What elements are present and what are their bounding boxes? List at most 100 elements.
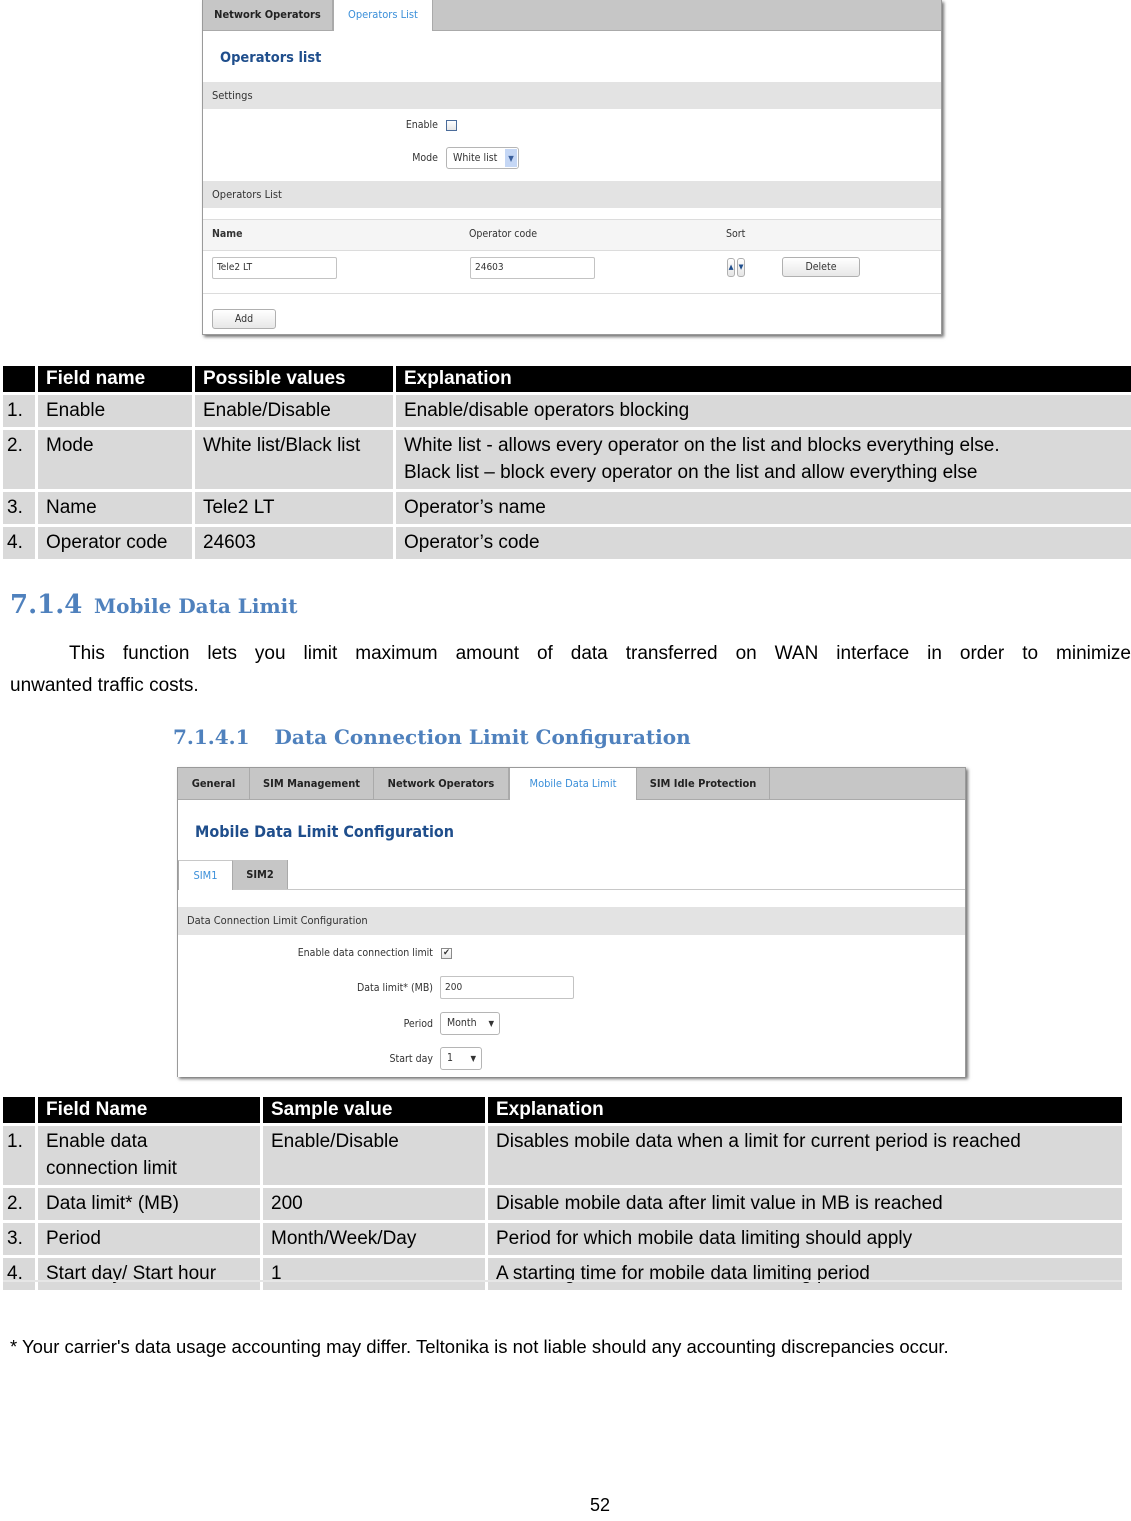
explanation: Operator’s code [396,527,1131,559]
mode-label: Mode [412,152,438,164]
caret-down-icon: ▼ [470,1054,476,1063]
tab-bar: Network Operators Operators List [203,0,941,31]
page-title: Operators list [220,50,322,66]
start-day-label: Start day [389,1053,433,1065]
field-name: Name [38,492,192,524]
mobile-data-limit-screenshot: General SIM Management Network Operators… [177,767,966,1077]
table-bottom-rule [3,1280,1122,1282]
row-number: 3. [3,492,35,524]
delete-button[interactable]: Delete [782,257,860,277]
header-field-name: Field Name [38,1097,260,1123]
table-row: 3. Period Month/Week/Day Period for whic… [3,1223,1122,1255]
sort-up-button[interactable]: ▲ [727,258,735,277]
table-row: 1. Enable Enable/Disable Enable/disable … [3,395,1131,427]
section-heading: 7.1.4 Mobile Data Limit [10,590,297,620]
data-connection-section-header: Data Connection Limit Configuration [178,907,965,935]
table-row: 3. Name Tele2 LT Operator’s name [3,492,1131,524]
sample-value: Month/Week/Day [263,1223,485,1255]
tab-operators-list[interactable]: Operators List [333,0,433,31]
operators-list-section-header: Operators List [203,181,941,208]
enable-label: Enable [405,119,438,131]
subsection-title: Data Connection Limit Configuration [274,725,691,749]
paragraph-line: This function lets you limit maximum amo… [69,643,1131,664]
explanation: Operator’s name [396,492,1131,524]
tab-mobile-data-limit[interactable]: Mobile Data Limit [509,768,637,800]
enable-data-limit-checkbox[interactable]: ✔ [441,948,452,959]
settings-section-header: Settings [203,82,941,109]
period-label: Period [403,1018,433,1030]
field-name: Operator code [38,527,192,559]
checkmark-icon: ✔ [443,948,450,958]
section-number: 7.1.4 [10,590,83,620]
section-paragraph: This function lets you limit maximum amo… [10,638,1131,702]
explanation: Disable mobile data after limit value in… [488,1188,1122,1220]
field-name: Enable data connection limit [38,1126,260,1185]
period-select[interactable]: Month ▼ [440,1012,500,1035]
header-field-name: Field name [38,366,192,392]
page-title: Mobile Data Limit Configuration [195,822,455,841]
header-explanation: Explanation [488,1097,1122,1123]
possible-values: Enable/Disable [195,395,393,427]
tab-sim2[interactable]: SIM2 [233,860,288,889]
add-button[interactable]: Add [212,309,276,329]
start-day-value: 1 [447,1052,454,1064]
column-operator-code: Operator code [469,228,538,240]
footnote: * Your carrier's data usage accounting m… [10,1336,949,1357]
explanation: Disables mobile data when a limit for cu… [488,1126,1122,1185]
table-row: 4. Start day/ Start hour 1 A starting ti… [3,1258,1122,1290]
field-name-line: connection limit [46,1158,177,1179]
enable-checkbox[interactable] [446,120,457,131]
header-explanation: Explanation [396,366,1131,392]
row-number: 1. [3,1126,35,1185]
header-num [3,1097,35,1123]
mode-value: White list [453,152,498,164]
row-number: 4. [3,1258,35,1290]
tab-network-operators[interactable]: Network Operators [203,0,333,30]
field-name: Data limit* (MB) [38,1188,260,1220]
explanation-line: Black list – block every operator on the… [404,462,978,483]
explanation: Enable/disable operators blocking [396,395,1131,427]
operator-name-input[interactable]: Tele2 LT [212,257,337,279]
table-row: 2. Mode White list/Black list White list… [3,430,1131,489]
period-value: Month [447,1017,477,1029]
row-number: 2. [3,1188,35,1220]
tab-sim1[interactable]: SIM1 [178,860,233,890]
tab-sim-idle-protection[interactable]: SIM Idle Protection [637,768,770,799]
sample-value: 1 [263,1258,485,1290]
possible-values: Tele2 LT [195,492,393,524]
table-row: 2. Data limit* (MB) 200 Disable mobile d… [3,1188,1122,1220]
subsection-number: 7.1.4.1 [173,725,250,749]
sort-down-button[interactable]: ▼ [737,258,745,277]
tab-network-operators[interactable]: Network Operators [374,768,509,799]
field-name: Enable [38,395,192,427]
start-day-select[interactable]: 1 ▼ [440,1047,482,1070]
explanation-line: White list - allows every operator on th… [404,435,1000,456]
column-sort: Sort [726,228,746,240]
data-limit-label: Data limit* (MB) [356,982,433,994]
field-name: Period [38,1223,260,1255]
header-num [3,366,35,392]
header-possible-values: Possible values [195,366,393,392]
row-number: 4. [3,527,35,559]
possible-values: White list/Black list [195,430,393,489]
data-limit-input[interactable]: 200 [440,976,574,999]
sim-tab-bar: SIM1 SIM2 [178,860,965,890]
table-header-row: Field Name Sample value Explanation [3,1097,1122,1123]
section-title: Mobile Data Limit [93,594,298,618]
column-name: Name [212,228,243,240]
operators-fields-table: Field name Possible values Explanation 1… [0,363,1131,562]
explanation: White list - allows every operator on th… [396,430,1131,489]
tab-general[interactable]: General [178,768,250,799]
table-row: 4. Operator code 24603 Operator’s code [3,527,1131,559]
page-number: 52 [589,1495,611,1515]
arrow-down-icon: ▼ [738,263,744,271]
mode-select[interactable]: White list ▼ [446,147,519,169]
arrow-up-icon: ▲ [728,263,734,271]
operator-code-input[interactable]: 24603 [470,257,595,279]
tab-sim-management[interactable]: SIM Management [250,768,374,799]
operators-table-header: Name Operator code Sort [203,219,941,251]
field-name: Mode [38,430,192,489]
enable-data-limit-label: Enable data connection limit [297,947,433,959]
chevron-down-icon: ▼ [505,149,517,167]
subsection-heading: 7.1.4.1 Data Connection Limit Configurat… [173,725,691,749]
